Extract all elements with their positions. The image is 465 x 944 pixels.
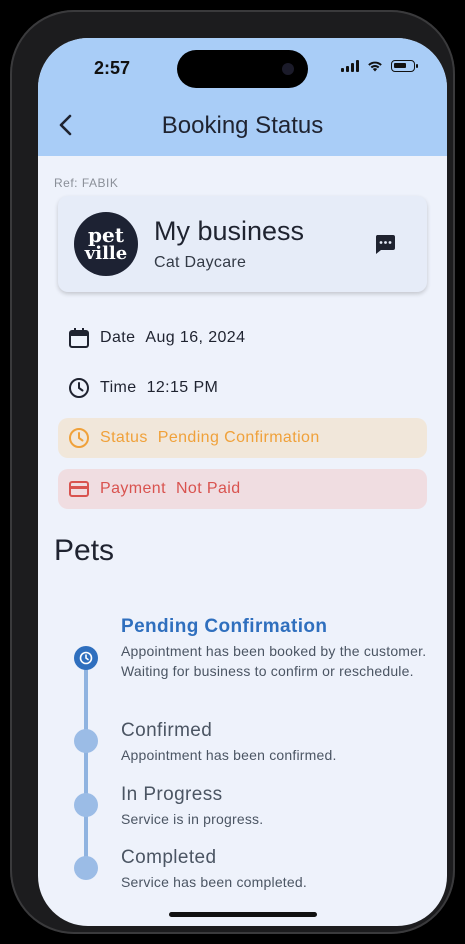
time-label: Time: [100, 379, 137, 396]
date-label: Date: [100, 329, 136, 346]
payment-pill: Payment Not Paid: [58, 469, 427, 509]
business-logo: pet ville: [74, 212, 138, 276]
booking-ref: Ref: FABIK: [54, 176, 119, 190]
date-value: Aug 16, 2024: [145, 329, 246, 346]
pets-heading: Pets: [54, 534, 115, 567]
status-time: 2:57: [94, 58, 131, 78]
timeline-step-title: Confirmed: [121, 720, 213, 741]
timeline-step-desc: Appointment has been booked by the custo…: [121, 643, 427, 679]
wifi-icon: [368, 61, 382, 72]
business-name: My business: [154, 216, 305, 246]
timeline-step-desc: Service is in progress.: [121, 811, 264, 827]
status-icons: [341, 60, 418, 72]
dynamic-island: [177, 50, 308, 88]
screen: 2:57 Booking Status Ref: FABIK pet ville…: [38, 38, 447, 926]
pending-clock-icon: [79, 651, 93, 665]
timeline-node: [74, 729, 98, 753]
calendar-icon: [69, 328, 89, 348]
signal-icon: [341, 60, 359, 72]
status-clock-icon: [69, 428, 89, 448]
timeline-node: [74, 856, 98, 880]
home-indicator[interactable]: [169, 912, 317, 917]
service-name: Cat Daycare: [154, 254, 247, 271]
status-pill: Status Pending Confirmation: [58, 418, 427, 458]
app-header: 2:57 Booking Status: [38, 38, 447, 156]
timeline-step-title: Pending Confirmation: [121, 616, 328, 637]
timeline-step-desc: Service has been completed.: [121, 874, 307, 890]
status-label: Status: [100, 429, 148, 446]
timeline-node: [74, 793, 98, 817]
timeline-node-active: [74, 646, 98, 670]
clock-icon: [69, 378, 89, 398]
page-title: Booking Status: [161, 112, 324, 139]
phone-frame: 2:57 Booking Status Ref: FABIK pet ville…: [10, 10, 455, 934]
payment-label: Payment: [100, 480, 166, 497]
date-row: Date Aug 16, 2024: [68, 327, 245, 349]
timeline-step-desc: Appointment has been confirmed.: [121, 747, 337, 763]
status-value: Pending Confirmation: [157, 429, 320, 446]
business-card[interactable]: pet ville My business Cat Daycare: [58, 196, 427, 292]
time-row: Time 12:15 PM: [68, 377, 218, 399]
credit-card-icon: [69, 481, 89, 497]
camera-icon: [282, 63, 294, 75]
timeline-step-title: In Progress: [121, 784, 223, 805]
logo-text-bottom: ville: [84, 242, 128, 264]
chat-icon[interactable]: [373, 232, 397, 256]
battery-icon: [391, 60, 418, 72]
time-value: 12:15 PM: [146, 379, 219, 396]
timeline-line: [84, 658, 88, 868]
timeline-step-title: Completed: [121, 847, 217, 868]
payment-value: Not Paid: [175, 480, 241, 497]
